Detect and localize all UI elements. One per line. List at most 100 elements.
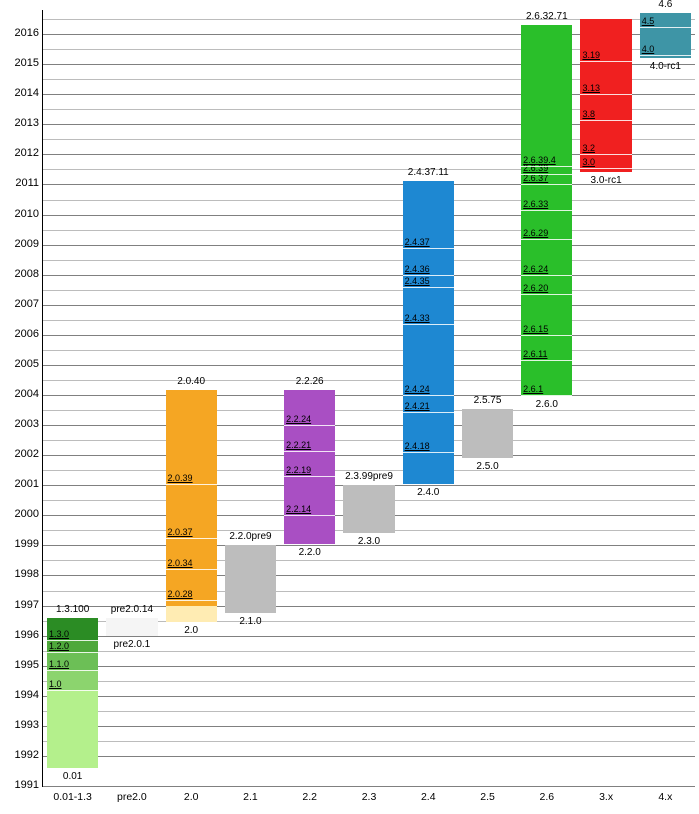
version-marker: 2.6.24 bbox=[521, 275, 572, 276]
version-marker-label: 1.0 bbox=[49, 680, 62, 689]
column-2.6: 2.62.6.32.712.6.02.6.12.6.112.6.152.6.20… bbox=[517, 10, 576, 786]
version-marker: 3.0 bbox=[580, 168, 631, 169]
y-tick-label: 2011 bbox=[3, 177, 39, 189]
version-marker: 2.4.24 bbox=[403, 395, 454, 396]
bar-top-label: 2.4.37.11 bbox=[403, 167, 454, 178]
version-marker: 2.6.15 bbox=[521, 335, 572, 336]
y-tick-label: 1998 bbox=[3, 568, 39, 580]
y-tick-label: 2002 bbox=[3, 448, 39, 460]
version-marker-label: 2.0.39 bbox=[168, 474, 193, 483]
y-tick-label: 2001 bbox=[3, 478, 39, 490]
bar-bottom-label: 4.0-rc1 bbox=[640, 61, 691, 72]
bar-top-label: 2.5.75 bbox=[462, 395, 513, 406]
version-marker: 2.4.37 bbox=[403, 248, 454, 249]
version-marker: 2.4.21 bbox=[403, 412, 454, 413]
bar: 2.4.37.112.4.02.4.182.4.212.4.242.4.332.… bbox=[403, 181, 454, 483]
version-marker: 2.0.28 bbox=[166, 600, 217, 601]
version-marker-label: 2.2.24 bbox=[286, 415, 311, 424]
bar: 2.2.262.2.02.2.142.2.192.2.212.2.24 bbox=[284, 390, 335, 543]
version-marker-label: 2.0.34 bbox=[168, 559, 193, 568]
version-marker: 2.6.1 bbox=[521, 395, 572, 396]
version-marker-label: 3.19 bbox=[582, 51, 600, 60]
version-marker-label: 2.4.33 bbox=[405, 314, 430, 323]
version-marker: 2.2.24 bbox=[284, 425, 335, 426]
version-marker: 2.4.18 bbox=[403, 452, 454, 453]
version-marker-label: 2.0.37 bbox=[168, 528, 193, 537]
bar-bottom-label: 2.1.0 bbox=[225, 616, 276, 627]
version-marker: 2.6.11 bbox=[521, 360, 572, 361]
plot-area: 1991199219931994199519961997199819992000… bbox=[42, 10, 695, 787]
version-marker: 1.1.0 bbox=[47, 670, 98, 671]
timeline-chart: 1991199219931994199519961997199819992000… bbox=[0, 0, 699, 814]
y-tick-label: 2009 bbox=[3, 238, 39, 250]
bar-top-label: 1.3.100 bbox=[47, 604, 98, 615]
bar-bottom-label: 2.2.0 bbox=[284, 547, 335, 558]
version-marker: 2.4.35 bbox=[403, 287, 454, 288]
version-marker-label: 2.4.18 bbox=[405, 442, 430, 451]
bar: 2.0 bbox=[166, 606, 217, 623]
column-3.x: 3.x3.0-rc13.03.23.83.133.19 bbox=[576, 10, 635, 786]
version-marker-label: 3.13 bbox=[582, 84, 600, 93]
bar: pre2.0.14pre2.0.1 bbox=[106, 618, 157, 636]
version-marker-label: 2.6.24 bbox=[523, 265, 548, 274]
version-marker: 2.6.39.4 bbox=[521, 166, 572, 167]
x-tick-label: 2.6 bbox=[517, 791, 576, 803]
x-tick-label: 2.2 bbox=[280, 791, 339, 803]
version-marker-label: 2.4.24 bbox=[405, 385, 430, 394]
y-tick-label: 2005 bbox=[3, 358, 39, 370]
y-tick-label: 2000 bbox=[3, 508, 39, 520]
bar: 2.6.32.712.6.02.6.12.6.112.6.152.6.202.6… bbox=[521, 25, 572, 396]
version-marker: 2.0.37 bbox=[166, 538, 217, 539]
column-4.x: 4.x4.64.0-rc14.04.5 bbox=[636, 10, 695, 786]
bar-top-label: 2.0.40 bbox=[166, 376, 217, 387]
column-2.5: 2.52.5.752.5.0 bbox=[458, 10, 517, 786]
bar-bottom-label: 3.0-rc1 bbox=[580, 175, 631, 186]
bar-bottom-label: 2.6.0 bbox=[521, 399, 572, 410]
y-tick-label: 1994 bbox=[3, 689, 39, 701]
bar-bottom-label: 2.4.0 bbox=[403, 487, 454, 498]
bar: 1.3.1001.3.0 bbox=[47, 618, 98, 641]
x-tick-label: 4.x bbox=[636, 791, 695, 803]
bar-bottom-label: 2.5.0 bbox=[462, 461, 513, 472]
x-tick-label: 2.4 bbox=[399, 791, 458, 803]
x-tick-label: 2.5 bbox=[458, 791, 517, 803]
version-marker: 1.0 bbox=[47, 690, 98, 691]
y-tick-label: 2006 bbox=[3, 328, 39, 340]
bar: 2.0.402.0.282.0.342.0.372.0.39 bbox=[166, 390, 217, 605]
version-marker: 2.0.34 bbox=[166, 569, 217, 570]
y-tick-label: 2004 bbox=[3, 388, 39, 400]
y-tick-label: 1997 bbox=[3, 599, 39, 611]
version-marker: 2.6.39 bbox=[521, 174, 572, 175]
y-tick-label: 1995 bbox=[3, 659, 39, 671]
version-marker-label: 2.2.19 bbox=[286, 466, 311, 475]
y-tick-label: 2016 bbox=[3, 27, 39, 39]
version-marker-label: 3.0 bbox=[582, 158, 595, 167]
y-tick-label: 2012 bbox=[3, 147, 39, 159]
y-tick-label: 2013 bbox=[3, 117, 39, 129]
bar-top-label: 4.6 bbox=[640, 0, 691, 10]
version-marker: 1.3.0 bbox=[47, 640, 98, 641]
bar: 0.01 bbox=[47, 690, 98, 768]
bar-bottom-label: 2.3.0 bbox=[343, 536, 394, 547]
y-tick-label: 1993 bbox=[3, 719, 39, 731]
y-tick-label: 1999 bbox=[3, 538, 39, 550]
version-marker-label: 2.4.36 bbox=[405, 265, 430, 274]
version-marker: 2.2.19 bbox=[284, 476, 335, 477]
version-marker-label: 2.6.15 bbox=[523, 325, 548, 334]
column-2.2: 2.22.2.262.2.02.2.142.2.192.2.212.2.24 bbox=[280, 10, 339, 786]
y-tick-label: 2003 bbox=[3, 418, 39, 430]
version-marker-label: 2.4.37 bbox=[405, 238, 430, 247]
version-marker-label: 1.2.0 bbox=[49, 642, 69, 651]
version-marker-label: 1.3.0 bbox=[49, 630, 69, 639]
version-marker: 2.6.37 bbox=[521, 184, 572, 185]
column-2.3: 2.32.3.99pre92.3.0 bbox=[339, 10, 398, 786]
bar-top-label: 2.2.0pre9 bbox=[225, 531, 276, 542]
bar-top-label: 2.2.26 bbox=[284, 376, 335, 387]
version-marker-label: 2.2.14 bbox=[286, 505, 311, 514]
version-marker: 2.0.39 bbox=[166, 484, 217, 485]
x-tick-label: pre2.0 bbox=[102, 791, 161, 803]
y-tick-label: 1996 bbox=[3, 629, 39, 641]
bar: 4.64.0-rc14.04.5 bbox=[640, 13, 691, 58]
version-marker: 2.2.21 bbox=[284, 451, 335, 452]
version-marker: 2.4.36 bbox=[403, 275, 454, 276]
